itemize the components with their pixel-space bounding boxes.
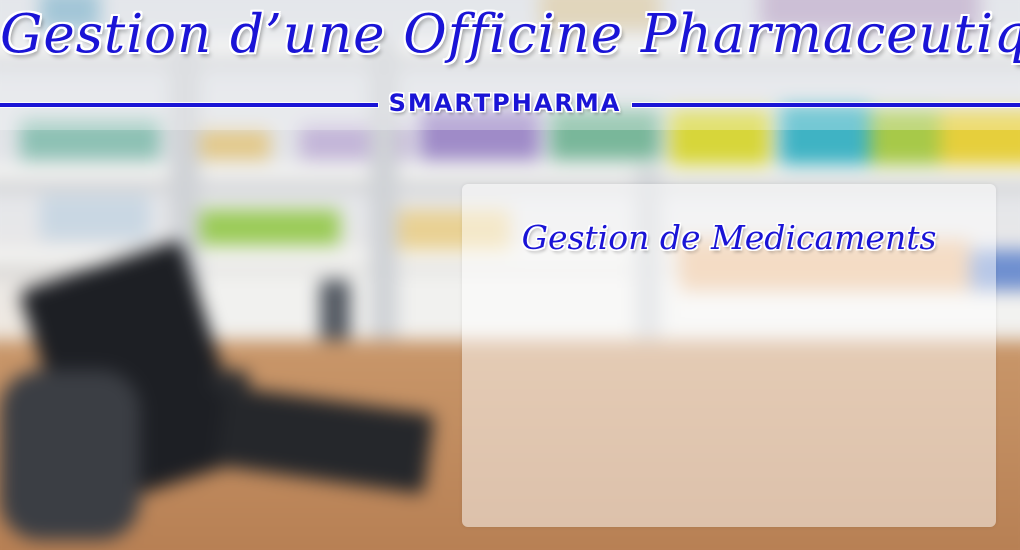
page-title: Gestion d’une Officine Pharmaceutique [0,4,1020,65]
brand-label: SMARTPHARMA [388,89,622,117]
medicament-panel: Gestion de Medicaments [462,184,996,527]
header-rule-right [632,103,1020,107]
app-window: Gestion d’une Officine Pharmaceutique SM… [0,0,1020,550]
header-rule-left [0,103,378,107]
panel-title: Gestion de Medicaments [521,218,937,257]
